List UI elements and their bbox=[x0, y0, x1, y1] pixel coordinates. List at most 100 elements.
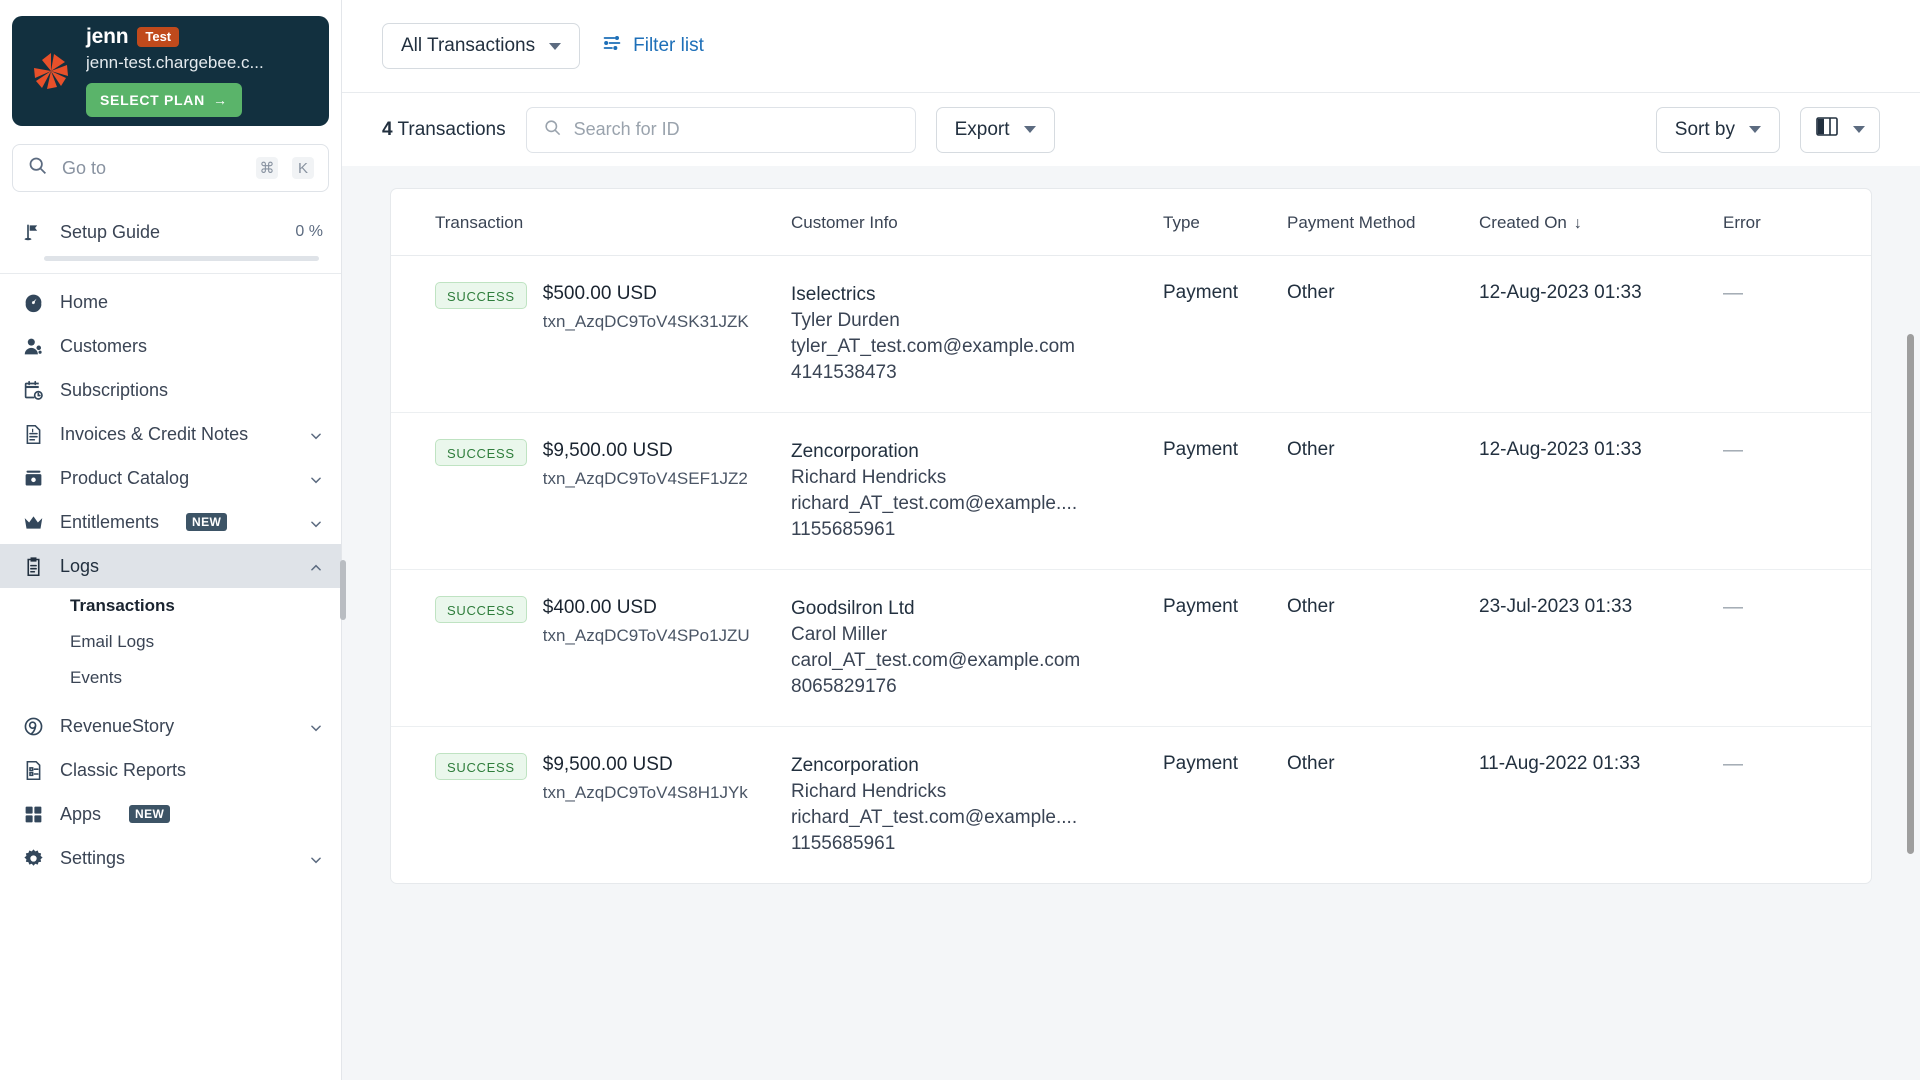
cell-type: Payment bbox=[1163, 569, 1287, 727]
customer-company[interactable]: Goodsilron Ltd bbox=[791, 596, 1163, 622]
filter-list-button[interactable]: Filter list bbox=[602, 33, 704, 59]
sidebar-subitem-events[interactable]: Events bbox=[0, 660, 341, 696]
customer-company[interactable]: Zencorporation bbox=[791, 439, 1163, 465]
transactions-table: Transaction Customer Info Type Payment M… bbox=[391, 189, 1871, 883]
chevron-down-icon[interactable] bbox=[309, 515, 323, 529]
sidebar-item-customers[interactable]: Customers bbox=[0, 324, 341, 368]
table-row[interactable]: SUCCESS $500.00 USD txn_AzqDC9ToV4SK31JZ… bbox=[391, 255, 1871, 413]
customer-company[interactable]: Zencorporation bbox=[791, 753, 1163, 779]
sidebar-item-setup-guide[interactable]: Setup Guide 0 % bbox=[0, 206, 341, 261]
sort-by-button[interactable]: Sort by bbox=[1655, 106, 1780, 153]
column-settings-button[interactable] bbox=[1800, 106, 1880, 153]
table-head: Transaction Customer Info Type Payment M… bbox=[391, 189, 1871, 256]
sidebar-divider bbox=[0, 273, 341, 274]
cell-created-on: 12-Aug-2023 01:33 bbox=[1479, 255, 1723, 413]
cell-transaction: SUCCESS $500.00 USD txn_AzqDC9ToV4SK31JZ… bbox=[391, 255, 791, 413]
sidebar-item-revenuestory[interactable]: RevenueStory bbox=[0, 704, 341, 748]
transactions-table-card: Transaction Customer Info Type Payment M… bbox=[390, 188, 1872, 884]
cell-payment-method: Other bbox=[1287, 255, 1479, 413]
setup-guide-row[interactable]: Setup Guide 0 % bbox=[0, 210, 341, 254]
gauge-icon bbox=[22, 291, 44, 313]
column-header-customer-info[interactable]: Customer Info bbox=[791, 189, 1163, 256]
goto-search-input[interactable]: Go to ⌘ K bbox=[12, 144, 329, 192]
sidebar-item-apps[interactable]: Apps NEW bbox=[0, 792, 341, 836]
sidebar-item-product-catalog[interactable]: Product Catalog bbox=[0, 456, 341, 500]
search-box[interactable] bbox=[525, 106, 916, 153]
view-selector-dropdown[interactable]: All Transactions bbox=[382, 23, 581, 69]
export-button[interactable]: Export bbox=[935, 106, 1055, 153]
customer-email: tyler_AT_test.com@example.com bbox=[791, 336, 1075, 357]
chevron-down-icon[interactable] bbox=[309, 427, 323, 441]
calendar-clock-icon bbox=[22, 379, 44, 401]
table-row[interactable]: SUCCESS $9,500.00 USD txn_AzqDC9ToV4S8H1… bbox=[391, 727, 1871, 884]
sidebar-resize-handle[interactable] bbox=[340, 560, 346, 620]
sidebar-item-logs[interactable]: Logs bbox=[0, 544, 341, 588]
export-label: Export bbox=[954, 118, 1010, 140]
customer-person: Carol Miller bbox=[791, 624, 888, 645]
grid-icon bbox=[22, 803, 44, 825]
filter-list-label: Filter list bbox=[633, 35, 704, 56]
sidebar-subitem-email-logs[interactable]: Email Logs bbox=[0, 624, 341, 660]
account-name: jenn bbox=[86, 25, 129, 48]
chevron-down-icon[interactable] bbox=[309, 471, 323, 485]
cell-created-on: 11-Aug-2022 01:33 bbox=[1479, 753, 1641, 774]
cell-transaction: SUCCESS $400.00 USD txn_AzqDC9ToV4SPo1JZ… bbox=[391, 569, 791, 727]
sidebar-item-entitlements[interactable]: Entitlements NEW bbox=[0, 500, 341, 544]
table-row[interactable]: SUCCESS $400.00 USD txn_AzqDC9ToV4SPo1JZ… bbox=[391, 569, 1871, 727]
customer-email: carol_AT_test.com@example.com bbox=[791, 650, 1081, 671]
cell-customer-info: Zencorporation Richard Hendricks richard… bbox=[791, 412, 1163, 570]
goto-placeholder: Go to bbox=[62, 157, 107, 178]
transaction-id: txn_AzqDC9ToV4S8H1JYk bbox=[542, 783, 748, 802]
sidebar-item-label: Home bbox=[60, 291, 109, 312]
sidebar-item-classic-reports[interactable]: Classic Reports bbox=[0, 748, 341, 792]
vertical-scrollbar[interactable] bbox=[1907, 334, 1914, 854]
account-env-badge: Test bbox=[137, 27, 180, 47]
column-header-created-on[interactable]: Created On ↓ bbox=[1479, 189, 1723, 256]
chevron-up-icon[interactable] bbox=[309, 559, 323, 573]
sidebar-item-label: Apps bbox=[60, 803, 102, 824]
column-header-type[interactable]: Type bbox=[1163, 189, 1287, 256]
customer-phone: 1155685961 bbox=[791, 833, 896, 854]
transaction-id: txn_AzqDC9ToV4SK31JZK bbox=[542, 312, 749, 331]
entitlements-new-badge: NEW bbox=[186, 513, 228, 531]
cell-customer-info: Zencorporation Richard Hendricks richard… bbox=[791, 727, 1163, 884]
sidebar-item-settings[interactable]: Settings bbox=[0, 836, 341, 880]
column-header-transaction[interactable]: Transaction bbox=[391, 189, 791, 256]
sidebar-item-label: Subscriptions bbox=[60, 379, 169, 400]
cell-error: — bbox=[1723, 255, 1871, 413]
table-header-row: Transaction Customer Info Type Payment M… bbox=[391, 189, 1871, 256]
cell-type: Payment bbox=[1163, 412, 1287, 570]
flag-icon bbox=[22, 221, 44, 243]
account-domain: jenn-test.chargebee.c... bbox=[86, 53, 264, 72]
column-header-error[interactable]: Error bbox=[1723, 189, 1871, 256]
search-input[interactable] bbox=[573, 119, 899, 140]
cell-customer-info: Iselectrics Tyler Durden tyler_AT_test.c… bbox=[791, 255, 1163, 413]
status-badge: SUCCESS bbox=[435, 596, 527, 623]
sidebar-item-label: Entitlements bbox=[60, 511, 160, 532]
cell-type: Payment bbox=[1163, 753, 1238, 774]
sidebar-item-label: Classic Reports bbox=[60, 759, 187, 780]
sidebar-item-label: Logs bbox=[60, 555, 100, 576]
shortcut-k-key: K bbox=[292, 157, 314, 179]
transaction-id: txn_AzqDC9ToV4SEF1JZ2 bbox=[542, 469, 748, 488]
chevron-down-icon[interactable] bbox=[309, 851, 323, 865]
sort-by-label: Sort by bbox=[1674, 118, 1735, 140]
column-header-payment-method[interactable]: Payment Method bbox=[1287, 189, 1479, 256]
crown-icon bbox=[22, 511, 44, 533]
customer-company[interactable]: Iselectrics bbox=[791, 282, 1163, 308]
chevron-down-icon bbox=[1853, 126, 1865, 133]
search-icon bbox=[27, 155, 48, 181]
chevron-down-icon[interactable] bbox=[309, 719, 323, 733]
table-row[interactable]: SUCCESS $9,500.00 USD txn_AzqDC9ToV4SEF1… bbox=[391, 412, 1871, 570]
sidebar-item-subscriptions[interactable]: Subscriptions bbox=[0, 368, 341, 412]
sidebar-item-invoices-credit-notes[interactable]: Invoices & Credit Notes bbox=[0, 412, 341, 456]
transaction-id: txn_AzqDC9ToV4SPo1JZU bbox=[542, 626, 750, 645]
sidebar-subitem-transactions[interactable]: Transactions bbox=[0, 588, 341, 624]
select-plan-button[interactable]: SELECT PLAN → bbox=[86, 83, 242, 117]
cell-customer-info: Goodsilron Ltd Carol Miller carol_AT_tes… bbox=[791, 569, 1163, 727]
chevron-down-icon bbox=[1023, 126, 1036, 133]
chevron-down-icon bbox=[549, 42, 562, 50]
sidebar-item-home[interactable]: Home bbox=[0, 280, 341, 324]
account-card[interactable]: jenn Test jenn-test.chargebee.c... SELEC… bbox=[12, 16, 329, 126]
status-badge: SUCCESS bbox=[435, 753, 527, 780]
